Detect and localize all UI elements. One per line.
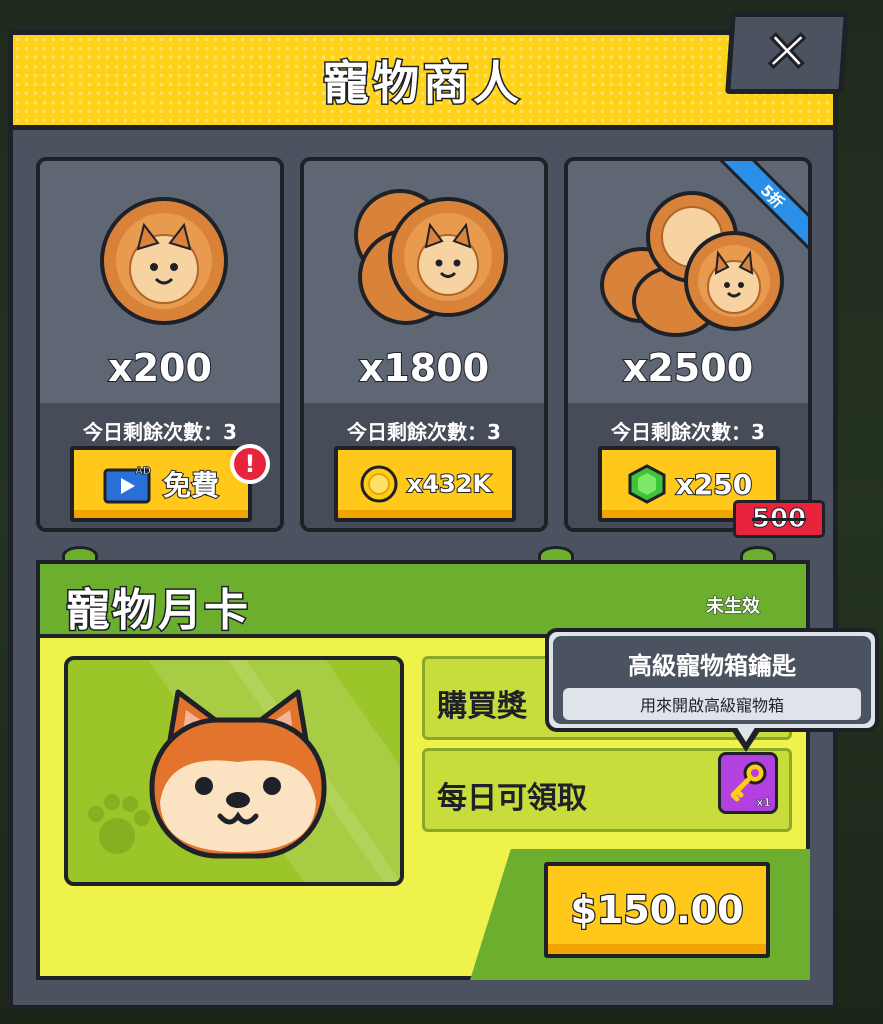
pet-biscuit-icon: [100, 197, 228, 325]
offer-remaining: 今日剩餘次數：3: [347, 420, 501, 444]
ad-video-icon: AD: [103, 465, 151, 504]
original-price-badge: 500: [733, 500, 825, 538]
original-price: 500: [751, 504, 807, 535]
free-label: 免費: [162, 468, 220, 503]
tooltip-body: 高級寵物箱鑰匙 用來開啟高級寵物箱: [553, 636, 871, 724]
tooltip-description: 用來開啟高級寵物箱: [639, 696, 784, 715]
pet-monthly-card-section: 寵物月卡 未生效 購買獎 每日可領取 $150.00: [36, 560, 810, 980]
shiba-dog-icon: [149, 689, 327, 859]
gold-price: x432K: [406, 469, 492, 499]
pet-biscuit-stack-icon: [354, 189, 508, 325]
premium-key-reward[interactable]: x1: [718, 752, 778, 814]
offer-amount: x2500: [622, 345, 754, 391]
offer-amount: x1800: [358, 345, 490, 391]
monthly-header: 寵物月卡 未生效: [40, 564, 806, 638]
panel-title: 寵物商人: [322, 55, 523, 112]
gem-price: x250: [675, 467, 754, 502]
pet-biscuit-pile-icon: [600, 191, 784, 337]
tooltip-arrow-inner: [736, 726, 756, 742]
green-gem-icon: [628, 464, 666, 504]
close-button[interactable]: ✕: [725, 12, 849, 94]
tooltip-title: 高級寵物箱鑰匙: [628, 652, 796, 680]
close-icon: ✕: [760, 19, 814, 87]
free-ad-button[interactable]: AD 免費: [70, 446, 252, 522]
pet-card-image: [64, 656, 404, 886]
offer-card-2: x1800 今日剩餘次數：3 x432K: [300, 157, 548, 532]
ad-badge: AD: [135, 465, 151, 477]
alert-mark: !: [244, 450, 256, 478]
buy-monthly-card-button[interactable]: $150.00: [544, 862, 770, 958]
offer-amount: x200: [107, 345, 213, 391]
alert-badge: !: [230, 444, 270, 484]
offer-remaining: 今日剩餘次數：3: [83, 420, 237, 444]
daily-reward-label: 每日可領取: [437, 781, 587, 816]
monthly-price: $150.00: [569, 887, 745, 934]
item-tooltip: 高級寵物箱鑰匙 用來開啟高級寵物箱: [545, 628, 879, 732]
tooltip-description-box: 用來開啟高級寵物箱: [563, 688, 861, 720]
purchase-reward-label: 購買獎: [437, 689, 527, 724]
offer-card-3: 5折 x2500 今日剩餘次數：3 x250: [564, 157, 812, 532]
buy-with-gold-button[interactable]: x432K: [334, 446, 516, 522]
panel-header: 寵物商人: [13, 35, 833, 130]
offer-remaining: 今日剩餘次數：3: [611, 420, 765, 444]
gold-coin-icon: [360, 465, 398, 503]
key-count: x1: [756, 796, 771, 810]
monthly-title: 寵物月卡: [65, 584, 250, 638]
monthly-status: 未生效: [706, 596, 761, 618]
